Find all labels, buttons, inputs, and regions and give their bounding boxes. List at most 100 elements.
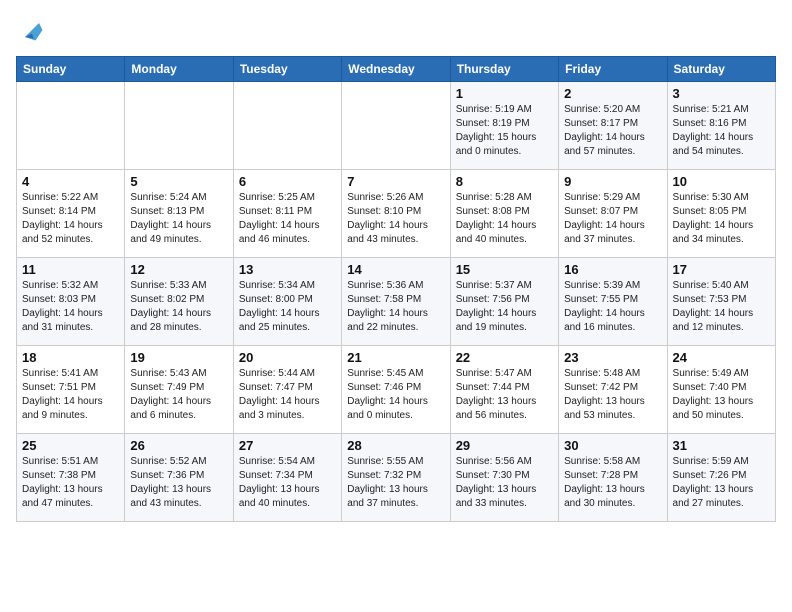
day-number: 5 xyxy=(130,174,227,189)
calendar-cell: 13 Sunrise: 5:34 AM Sunset: 8:00 PM Dayli… xyxy=(233,258,341,346)
calendar-cell: 20Sunrise: 5:44 AM Sunset: 7:47 PM Dayli… xyxy=(233,346,341,434)
day-info: Sunrise: 5:58 AM Sunset: 7:28 PM Dayligh… xyxy=(564,455,661,511)
day-number: 27 xyxy=(239,438,336,453)
calendar-cell: 15 Sunrise: 5:37 AM Sunset: 7:56 PM Dayli… xyxy=(450,258,558,346)
day-info: Sunrise: 5:43 AM Sunset: 7:49 PM Dayligh… xyxy=(130,367,227,423)
calendar-cell: 14 Sunrise: 5:36 AM Sunset: 7:58 PM Dayli… xyxy=(342,258,450,346)
day-info: Sunrise: 5:25 AM Sunset: 8:11 PM Dayligh… xyxy=(239,191,336,247)
calendar-cell: 9 Sunrise: 5:29 AM Sunset: 8:07 PM Daylig… xyxy=(559,170,667,258)
day-info: Sunrise: 5:32 AM Sunset: 8:03 PM Dayligh… xyxy=(22,279,119,335)
day-number: 3 xyxy=(673,86,770,101)
day-number: 20 xyxy=(239,350,336,365)
day-number: 8 xyxy=(456,174,553,189)
day-info: Sunrise: 5:47 AM Sunset: 7:44 PM Dayligh… xyxy=(456,367,553,423)
day-number: 25 xyxy=(22,438,119,453)
weekday-header-sunday: Sunday xyxy=(17,57,125,82)
calendar-cell: 16Sunrise: 5:39 AM Sunset: 7:55 PM Dayli… xyxy=(559,258,667,346)
day-info: Sunrise: 5:29 AM Sunset: 8:07 PM Dayligh… xyxy=(564,191,661,247)
weekday-header-monday: Monday xyxy=(125,57,233,82)
logo-icon xyxy=(18,16,46,44)
day-info: Sunrise: 5:55 AM Sunset: 7:32 PM Dayligh… xyxy=(347,455,444,511)
calendar-cell: 12 Sunrise: 5:33 AM Sunset: 8:02 PM Dayli… xyxy=(125,258,233,346)
day-number: 12 xyxy=(130,262,227,277)
day-number: 22 xyxy=(456,350,553,365)
calendar-table: SundayMondayTuesdayWednesdayThursdayFrid… xyxy=(16,56,776,522)
day-number: 23 xyxy=(564,350,661,365)
page-header xyxy=(16,16,776,44)
weekday-header-saturday: Saturday xyxy=(667,57,775,82)
day-number: 19 xyxy=(130,350,227,365)
calendar-cell: 29 Sunrise: 5:56 AM Sunset: 7:30 PM Dayli… xyxy=(450,434,558,522)
day-number: 18 xyxy=(22,350,119,365)
day-info: Sunrise: 5:33 AM Sunset: 8:02 PM Dayligh… xyxy=(130,279,227,335)
calendar-cell: 11 Sunrise: 5:32 AM Sunset: 8:03 PM Dayli… xyxy=(17,258,125,346)
calendar-cell: 17 Sunrise: 5:40 AM Sunset: 7:53 PM Dayli… xyxy=(667,258,775,346)
calendar-cell: 5 Sunrise: 5:24 AM Sunset: 8:13 PM Daylig… xyxy=(125,170,233,258)
week-row-3: 11 Sunrise: 5:32 AM Sunset: 8:03 PM Dayli… xyxy=(17,258,776,346)
day-number: 26 xyxy=(130,438,227,453)
weekday-header-thursday: Thursday xyxy=(450,57,558,82)
calendar-cell: 23Sunrise: 5:48 AM Sunset: 7:42 PM Dayli… xyxy=(559,346,667,434)
calendar-cell xyxy=(233,82,341,170)
calendar-cell: 22 Sunrise: 5:47 AM Sunset: 7:44 PM Dayli… xyxy=(450,346,558,434)
day-info: Sunrise: 5:24 AM Sunset: 8:13 PM Dayligh… xyxy=(130,191,227,247)
day-number: 9 xyxy=(564,174,661,189)
calendar-cell: 27 Sunrise: 5:54 AM Sunset: 7:34 PM Dayli… xyxy=(233,434,341,522)
calendar-cell: 3 Sunrise: 5:21 AM Sunset: 8:16 PM Daylig… xyxy=(667,82,775,170)
week-row-5: 25Sunrise: 5:51 AM Sunset: 7:38 PM Dayli… xyxy=(17,434,776,522)
day-info: Sunrise: 5:19 AM Sunset: 8:19 PM Dayligh… xyxy=(456,103,553,159)
day-info: Sunrise: 5:20 AM Sunset: 8:17 PM Dayligh… xyxy=(564,103,661,159)
day-number: 29 xyxy=(456,438,553,453)
week-row-1: 1 Sunrise: 5:19 AM Sunset: 8:19 PM Daylig… xyxy=(17,82,776,170)
calendar-cell: 21 Sunrise: 5:45 AM Sunset: 7:46 PM Dayli… xyxy=(342,346,450,434)
calendar-cell: 1 Sunrise: 5:19 AM Sunset: 8:19 PM Daylig… xyxy=(450,82,558,170)
week-row-2: 4 Sunrise: 5:22 AM Sunset: 8:14 PM Daylig… xyxy=(17,170,776,258)
day-info: Sunrise: 5:45 AM Sunset: 7:46 PM Dayligh… xyxy=(347,367,444,423)
day-number: 24 xyxy=(673,350,770,365)
calendar-cell: 25Sunrise: 5:51 AM Sunset: 7:38 PM Dayli… xyxy=(17,434,125,522)
day-number: 14 xyxy=(347,262,444,277)
day-number: 30 xyxy=(564,438,661,453)
calendar-cell: 10Sunrise: 5:30 AM Sunset: 8:05 PM Dayli… xyxy=(667,170,775,258)
weekday-header-wednesday: Wednesday xyxy=(342,57,450,82)
week-row-4: 18 Sunrise: 5:41 AM Sunset: 7:51 PM Dayli… xyxy=(17,346,776,434)
calendar-cell: 31 Sunrise: 5:59 AM Sunset: 7:26 PM Dayli… xyxy=(667,434,775,522)
calendar-cell: 26 Sunrise: 5:52 AM Sunset: 7:36 PM Dayli… xyxy=(125,434,233,522)
day-info: Sunrise: 5:52 AM Sunset: 7:36 PM Dayligh… xyxy=(130,455,227,511)
day-info: Sunrise: 5:34 AM Sunset: 8:00 PM Dayligh… xyxy=(239,279,336,335)
day-number: 11 xyxy=(22,262,119,277)
calendar-cell: 2 Sunrise: 5:20 AM Sunset: 8:17 PM Daylig… xyxy=(559,82,667,170)
day-number: 2 xyxy=(564,86,661,101)
day-number: 6 xyxy=(239,174,336,189)
day-number: 16 xyxy=(564,262,661,277)
day-info: Sunrise: 5:37 AM Sunset: 7:56 PM Dayligh… xyxy=(456,279,553,335)
day-info: Sunrise: 5:59 AM Sunset: 7:26 PM Dayligh… xyxy=(673,455,770,511)
calendar-cell xyxy=(17,82,125,170)
day-number: 7 xyxy=(347,174,444,189)
calendar-cell: 30 Sunrise: 5:58 AM Sunset: 7:28 PM Dayli… xyxy=(559,434,667,522)
weekday-header-friday: Friday xyxy=(559,57,667,82)
day-number: 4 xyxy=(22,174,119,189)
day-info: Sunrise: 5:36 AM Sunset: 7:58 PM Dayligh… xyxy=(347,279,444,335)
day-info: Sunrise: 5:41 AM Sunset: 7:51 PM Dayligh… xyxy=(22,367,119,423)
calendar-cell xyxy=(125,82,233,170)
day-number: 13 xyxy=(239,262,336,277)
day-info: Sunrise: 5:21 AM Sunset: 8:16 PM Dayligh… xyxy=(673,103,770,159)
calendar-cell: 19 Sunrise: 5:43 AM Sunset: 7:49 PM Dayli… xyxy=(125,346,233,434)
calendar-cell: 4 Sunrise: 5:22 AM Sunset: 8:14 PM Daylig… xyxy=(17,170,125,258)
day-info: Sunrise: 5:49 AM Sunset: 7:40 PM Dayligh… xyxy=(673,367,770,423)
calendar-cell: 18 Sunrise: 5:41 AM Sunset: 7:51 PM Dayli… xyxy=(17,346,125,434)
calendar-cell: 24 Sunrise: 5:49 AM Sunset: 7:40 PM Dayli… xyxy=(667,346,775,434)
day-number: 31 xyxy=(673,438,770,453)
day-number: 17 xyxy=(673,262,770,277)
calendar-cell: 6 Sunrise: 5:25 AM Sunset: 8:11 PM Daylig… xyxy=(233,170,341,258)
logo xyxy=(16,16,46,44)
day-number: 1 xyxy=(456,86,553,101)
weekday-header-tuesday: Tuesday xyxy=(233,57,341,82)
day-number: 15 xyxy=(456,262,553,277)
day-info: Sunrise: 5:40 AM Sunset: 7:53 PM Dayligh… xyxy=(673,279,770,335)
day-info: Sunrise: 5:56 AM Sunset: 7:30 PM Dayligh… xyxy=(456,455,553,511)
day-info: Sunrise: 5:22 AM Sunset: 8:14 PM Dayligh… xyxy=(22,191,119,247)
day-number: 21 xyxy=(347,350,444,365)
day-info: Sunrise: 5:54 AM Sunset: 7:34 PM Dayligh… xyxy=(239,455,336,511)
